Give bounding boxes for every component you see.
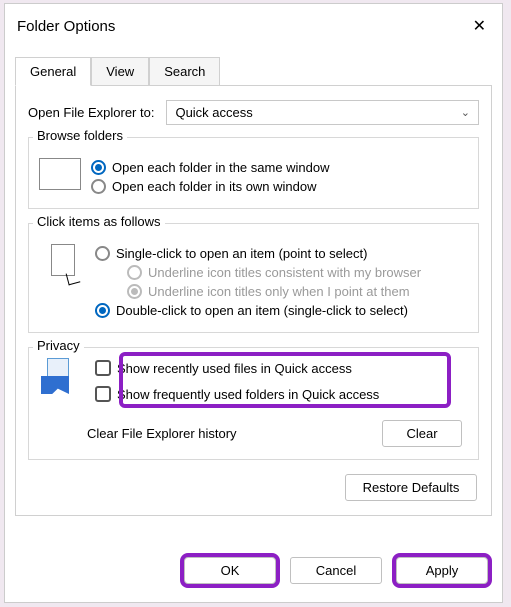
radio-underline-browser-label: Underline icon titles consistent with my… [148,265,421,280]
radio-icon [127,284,142,299]
radio-own-window-label: Open each folder in its own window [112,179,317,194]
radio-icon [91,160,106,175]
checkbox-frequent-folders-label: Show frequently used folders in Quick ac… [117,387,379,402]
checkbox-recent-files-label: Show recently used files in Quick access [117,361,352,376]
open-explorer-row: Open File Explorer to: Quick access ⌄ [28,100,479,125]
radio-same-window-label: Open each folder in the same window [112,160,330,175]
chevron-down-icon: ⌄ [461,106,470,119]
radio-own-window[interactable]: Open each folder in its own window [91,179,330,194]
radio-single-click-label: Single-click to open an item (point to s… [116,246,367,261]
radio-single-click[interactable]: Single-click to open an item (point to s… [95,246,421,261]
open-explorer-value: Quick access [175,105,252,120]
radio-underline-point-label: Underline icon titles only when I point … [148,284,410,299]
privacy-icon [41,358,77,394]
radio-icon [91,179,106,194]
window-title: Folder Options [17,18,469,35]
tab-view[interactable]: View [91,57,149,86]
restore-defaults-button[interactable]: Restore Defaults [345,474,477,501]
clear-button[interactable]: Clear [382,420,462,447]
checkbox-recent-files[interactable]: Show recently used files in Quick access [95,360,379,376]
folder-window-icon [39,158,81,190]
close-icon[interactable]: ✕ [469,12,490,40]
ok-button[interactable]: OK [184,557,276,584]
radio-icon [95,246,110,261]
browse-folders-group: Browse folders Open each folder in the s… [28,137,479,209]
tab-general[interactable]: General [15,57,91,86]
click-items-group: Click items as follows Single-click to o… [28,223,479,333]
clear-history-label: Clear File Explorer history [87,426,237,441]
titlebar: Folder Options ✕ [5,4,502,48]
checkbox-icon [95,386,111,402]
tab-panel: Open File Explorer to: Quick access ⌄ Br… [15,85,492,516]
radio-double-click-label: Double-click to open an item (single-cli… [116,303,408,318]
radio-underline-point: Underline icon titles only when I point … [127,284,421,299]
cancel-button[interactable]: Cancel [290,557,382,584]
open-explorer-dropdown[interactable]: Quick access ⌄ [166,100,479,125]
click-legend: Click items as follows [33,214,165,229]
checkbox-icon [95,360,111,376]
apply-button[interactable]: Apply [396,557,488,584]
document-click-icon [45,244,79,284]
dialog-footer: OK Cancel Apply [5,547,502,594]
checkbox-frequent-folders[interactable]: Show frequently used folders in Quick ac… [95,386,379,402]
privacy-legend: Privacy [33,338,84,353]
open-explorer-label: Open File Explorer to: [28,105,154,120]
radio-underline-browser: Underline icon titles consistent with my… [127,265,421,280]
privacy-group: Privacy Show recently used files in Quic… [28,347,479,460]
folder-options-dialog: Folder Options ✕ General View Search Ope… [4,3,503,603]
browse-legend: Browse folders [33,128,127,143]
radio-icon [127,265,142,280]
radio-icon [95,303,110,318]
radio-double-click[interactable]: Double-click to open an item (single-cli… [95,303,421,318]
radio-same-window[interactable]: Open each folder in the same window [91,160,330,175]
tabbar: General View Search [5,56,502,85]
tab-search[interactable]: Search [149,57,220,86]
